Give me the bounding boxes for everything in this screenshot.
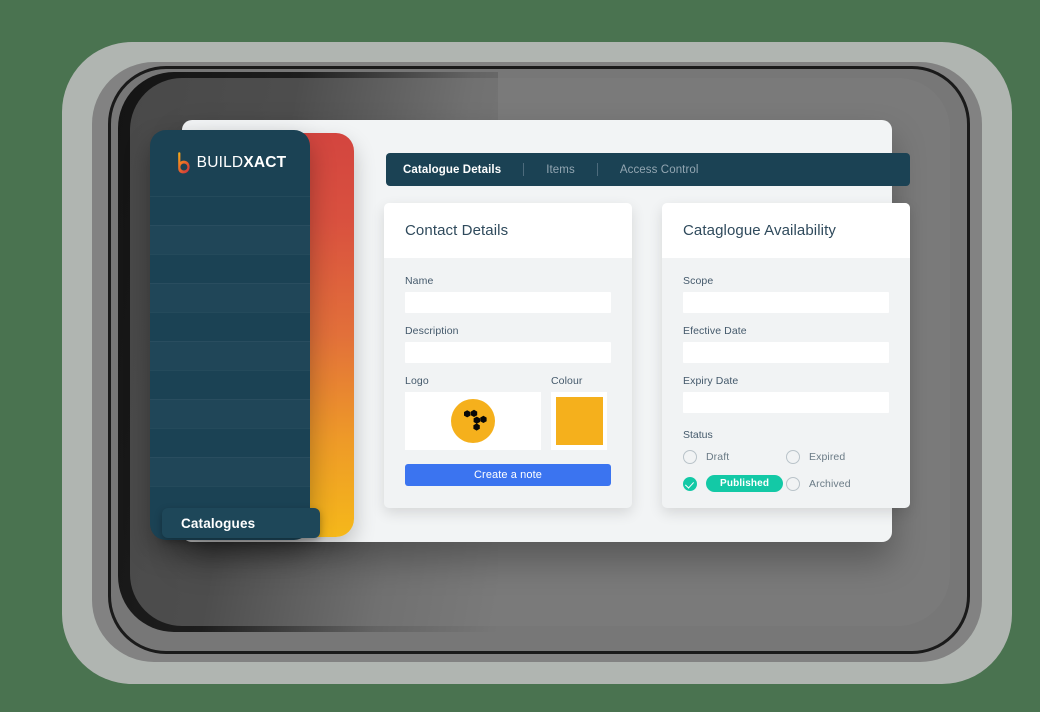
brand-name: BUILDXACT: [197, 154, 287, 172]
catalogue-availability-title: Cataglogue Availability: [683, 222, 836, 239]
expiry-date-input[interactable]: [683, 392, 889, 413]
description-label: Description: [405, 325, 459, 337]
effective-date-label: Efective Date: [683, 325, 747, 337]
logo-label: Logo: [405, 375, 429, 387]
sidebar-nav-row[interactable]: [150, 341, 310, 370]
name-input[interactable]: [405, 292, 611, 313]
sidebar-nav-row[interactable]: [150, 225, 310, 254]
sidebar-nav-row[interactable]: [150, 254, 310, 283]
catalogue-availability-card: Cataglogue Availability Scope Efective D…: [662, 203, 910, 508]
radio-checked-icon: [683, 476, 697, 491]
status-label: Status: [683, 429, 713, 441]
brand-name-light: BUILD: [196, 154, 244, 171]
name-label: Name: [405, 275, 434, 287]
colour-field: Colour: [551, 375, 607, 450]
sidebar-item-label: Catalogues: [181, 515, 256, 531]
expiry-date-label: Expiry Date: [683, 375, 739, 387]
effective-date-input[interactable]: [683, 342, 889, 363]
sidebar-nav-row[interactable]: [150, 399, 310, 428]
radio-unchecked-icon: [683, 450, 697, 464]
sidebar-nav-row[interactable]: [150, 283, 310, 312]
status-option-label: Draft: [706, 451, 730, 463]
colour-swatch-fill: [555, 397, 603, 445]
screenshot-stage: BUILDXACT Catalogues Catalogue Details I…: [0, 0, 1040, 712]
sidebar-item-catalogues[interactable]: Catalogues: [162, 508, 320, 538]
contact-details-card-body: Name Description Logo Colour Create a no…: [384, 258, 632, 486]
description-input[interactable]: [405, 342, 611, 363]
scope-input[interactable]: [683, 292, 889, 313]
sidebar-nav-row[interactable]: [150, 312, 310, 341]
brand-logo[interactable]: BUILDXACT: [150, 130, 310, 196]
buildxact-b-icon: [177, 152, 190, 174]
sidebar-nav-row[interactable]: [150, 457, 310, 486]
honeycomb-logo-icon: [451, 399, 495, 443]
colour-label: Colour: [551, 375, 583, 387]
contact-details-title: Contact Details: [405, 222, 509, 239]
brand-name-bold: XACT: [243, 154, 287, 171]
tab-catalogue-details[interactable]: Catalogue Details: [403, 164, 501, 176]
sidebar: BUILDXACT Catalogues: [150, 130, 320, 540]
colour-swatch-box[interactable]: [551, 392, 607, 450]
tab-access-control[interactable]: Access Control: [620, 164, 699, 176]
tab-items[interactable]: Items: [546, 164, 575, 176]
radio-unchecked-icon: [786, 450, 800, 464]
scope-label: Scope: [683, 275, 714, 287]
status-option-label: Archived: [809, 477, 851, 490]
logo-field: Logo: [405, 375, 541, 450]
logo-colour-row: Logo Colour: [405, 375, 611, 450]
tab-separator: [596, 163, 598, 176]
catalogue-availability-card-body: Scope Efective Date Expiry Date Status D…: [662, 258, 910, 492]
radio-unchecked-icon: [786, 476, 800, 491]
status-option-archived[interactable]: Archived: [786, 475, 889, 492]
contact-details-card-header: Contact Details: [384, 203, 632, 258]
sidebar-nav-row[interactable]: [150, 196, 310, 225]
tab-bar: Catalogue Details Items Access Control: [386, 153, 910, 186]
status-option-draft[interactable]: Draft: [683, 450, 786, 464]
catalogue-availability-card-header: Cataglogue Availability: [662, 203, 910, 258]
status-option-label: Expired: [809, 451, 846, 463]
status-badge-published: Published: [706, 475, 784, 492]
tab-separator: [523, 163, 525, 176]
create-a-note-button[interactable]: Create a note: [405, 464, 611, 486]
contact-details-card: Contact Details Name Description Logo Co…: [384, 203, 632, 508]
status-option-expired[interactable]: Expired: [786, 450, 889, 464]
status-option-published[interactable]: Published: [683, 475, 786, 492]
sidebar-nav-placeholder-list: [150, 196, 310, 515]
sidebar-nav-row[interactable]: [150, 370, 310, 399]
sidebar-nav-row[interactable]: [150, 428, 310, 457]
logo-preview-box[interactable]: [405, 392, 541, 450]
status-radio-group: Draft Expired Published Archived: [683, 450, 889, 492]
